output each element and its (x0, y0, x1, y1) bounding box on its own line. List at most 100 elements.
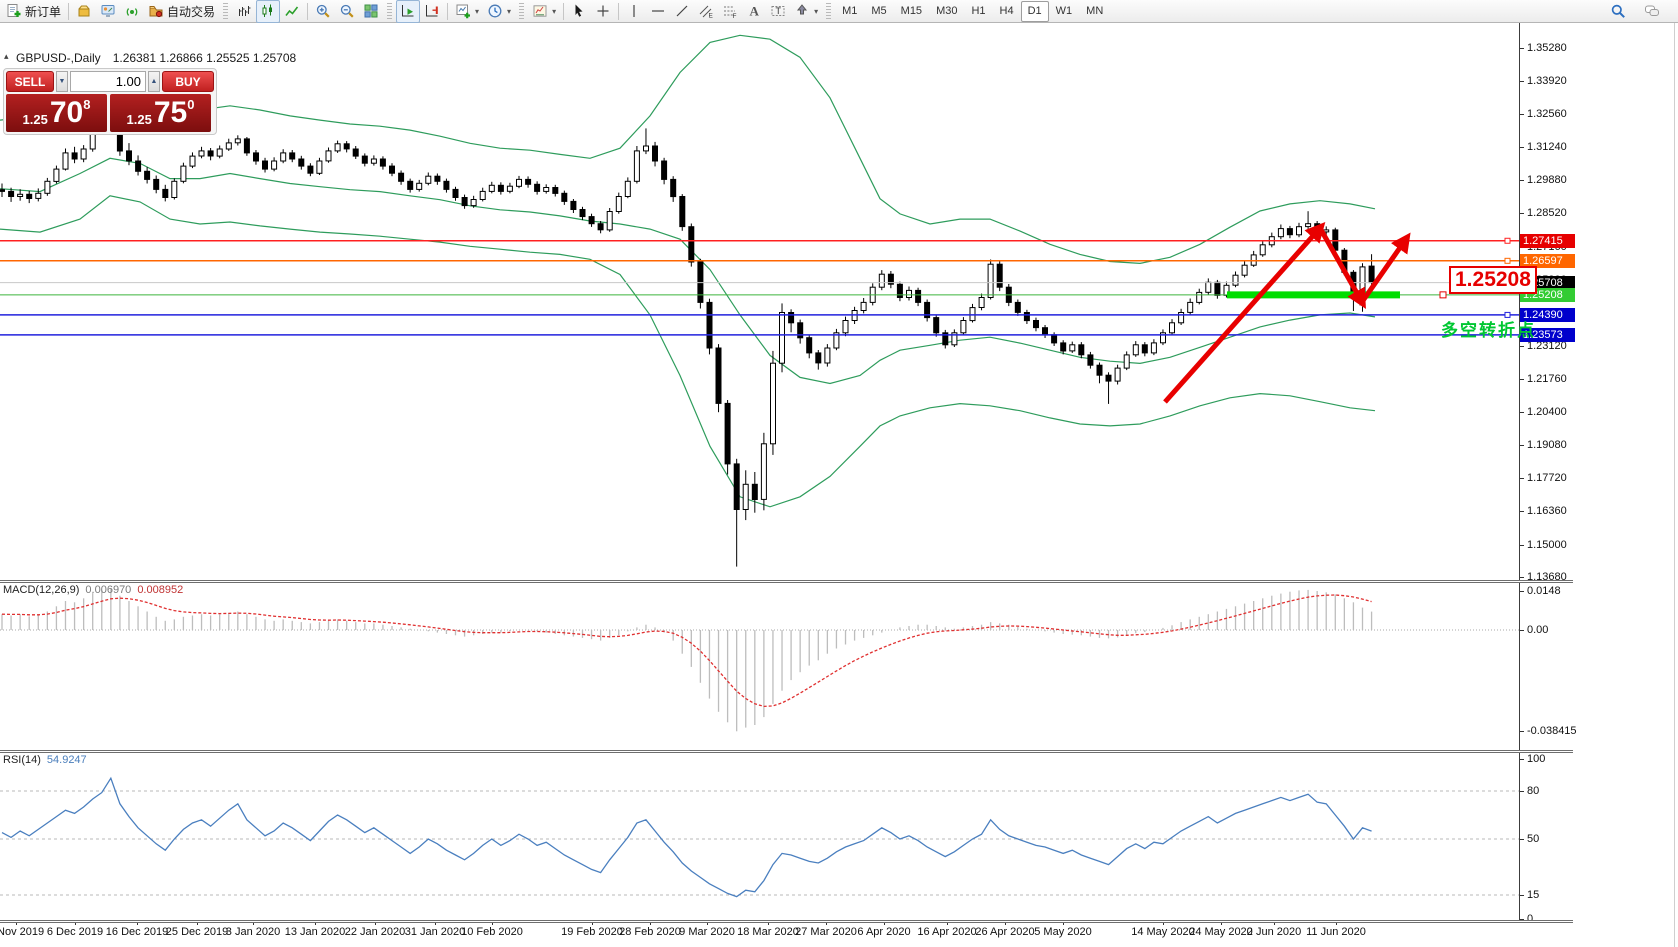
main-chart-pane[interactable] (0, 23, 1519, 580)
timeframe-h4-button[interactable]: H4 (993, 1, 1021, 22)
ask-price-box[interactable]: 1.25 75 0 (110, 94, 211, 132)
volume-input[interactable] (70, 71, 146, 92)
macd-pane[interactable] (0, 582, 1519, 750)
price-annotation-label[interactable]: 1.25208 (1449, 266, 1537, 294)
auto-scroll-icon (400, 3, 416, 19)
time-tick-label: 28 Feb 2020 (619, 926, 681, 938)
time-tick-label: 24 May 2020 (1189, 926, 1253, 938)
rsi-name: RSI(14) (3, 754, 41, 766)
cursor-icon (571, 3, 587, 19)
timeframe-w1-button[interactable]: W1 (1049, 1, 1080, 22)
crosshair-tool-button[interactable] (591, 0, 615, 23)
timeframe-d1-button[interactable]: D1 (1021, 1, 1049, 22)
templates-icon (532, 3, 548, 19)
timeframe-mn-button[interactable]: MN (1079, 1, 1110, 22)
time-tick-label: 11 Jun 2020 (1306, 926, 1366, 938)
periods-button[interactable]: ▾ (483, 0, 515, 23)
candlestick-chart-button[interactable] (256, 0, 280, 23)
bar-chart-button[interactable] (232, 0, 256, 23)
turning-point-text[interactable]: 多空转折点 (1441, 316, 1536, 341)
new-chart-icon (455, 3, 471, 19)
time-tick-label: 10 Feb 2020 (461, 926, 523, 938)
trendline-tool-button[interactable] (670, 0, 694, 23)
chart-shift-button[interactable] (420, 0, 444, 23)
chevron-down-icon[interactable]: ▾ (552, 7, 556, 16)
chat-icon (1644, 3, 1660, 19)
bid-price-box[interactable]: 1.25 70 8 (6, 94, 107, 132)
tile-windows-button[interactable] (359, 0, 383, 23)
line-chart-button[interactable] (280, 0, 304, 23)
toolbar-grip[interactable] (519, 3, 524, 19)
one-click-panel-toggle[interactable]: ▴ (4, 51, 9, 62)
auto-scroll-button[interactable] (396, 0, 420, 23)
cursor-tool-button[interactable] (567, 0, 591, 23)
vertical-line-tool-button[interactable] (622, 0, 646, 23)
sell-button[interactable]: SELL (6, 71, 54, 92)
horizontal-line-tool-button[interactable] (646, 0, 670, 23)
chart-symbol-label: GBPUSD-,Daily (16, 51, 101, 65)
pane-separator-rsi-timeaxis (0, 920, 1573, 923)
profile-monitor-button[interactable] (96, 0, 120, 23)
bars-chart-icon (236, 3, 252, 19)
toolbar-separator (447, 3, 448, 20)
price-tick-label: 1.32560 (1527, 108, 1567, 120)
toolbar-grip[interactable] (826, 3, 831, 19)
pane-separator-macd-rsi[interactable] (0, 750, 1573, 753)
signals-button[interactable] (120, 0, 144, 23)
buy-button[interactable]: BUY (162, 71, 214, 92)
volume-down-button[interactable]: ▼ (56, 71, 68, 92)
toolbar-separator (68, 3, 69, 20)
zoom-out-button[interactable] (335, 0, 359, 23)
price-tick-label: 1.31240 (1527, 141, 1567, 153)
rsi-pane[interactable] (0, 752, 1519, 920)
svg-text:T: T (776, 6, 782, 16)
timeframe-m5-button[interactable]: M5 (864, 1, 893, 22)
timeframe-h1-button[interactable]: H1 (964, 1, 992, 22)
timeframe-m15-button[interactable]: M15 (894, 1, 929, 22)
ask-prefix: 1.25 (127, 112, 152, 127)
rsi-tick-label: 15 (1527, 889, 1539, 901)
ask-pipette: 0 (187, 97, 194, 112)
macd-tick-label: 0.00 (1527, 624, 1548, 636)
zoom-in-button[interactable] (311, 0, 335, 23)
svg-text:F: F (733, 13, 737, 19)
price-tick-label: 1.21760 (1527, 373, 1567, 385)
channel-tool-button[interactable]: E (694, 0, 718, 23)
text-tool-button[interactable]: A (742, 0, 766, 23)
price-tick-label: 1.33920 (1527, 75, 1567, 87)
chevron-down-icon[interactable]: ▾ (475, 7, 479, 16)
pane-separator-main-macd[interactable] (0, 580, 1573, 583)
price-tick-label: 1.28520 (1527, 207, 1567, 219)
shapes-icon (794, 3, 810, 19)
toolbar-grip[interactable] (223, 3, 228, 19)
templates-button[interactable]: ▾ (528, 0, 560, 23)
time-tick-label: 26 Apr 2020 (975, 926, 1034, 938)
label-tool-button[interactable]: T (766, 0, 790, 23)
periods-icon (487, 3, 503, 19)
svg-text:E: E (709, 13, 714, 20)
fibonacci-tool-button[interactable]: F (718, 0, 742, 23)
new-chart-button[interactable]: ▾ (451, 0, 483, 23)
time-tick-label: 9 Mar 2020 (679, 926, 735, 938)
market-box-icon (76, 3, 92, 19)
chevron-down-icon[interactable]: ▾ (507, 7, 511, 16)
auto-trading-button[interactable]: 自动交易 (144, 0, 219, 23)
search-icon (1610, 3, 1626, 19)
toolbar-grip[interactable] (387, 3, 392, 19)
line-chart-icon (284, 3, 300, 19)
new-order-icon (6, 3, 22, 19)
chat-button[interactable] (1640, 0, 1664, 23)
time-tick-label: 22 Jan 2020 (345, 926, 406, 938)
timeframe-m1-button[interactable]: M1 (835, 1, 864, 22)
shapes-tool-button[interactable]: ▾ (790, 0, 822, 23)
timeframe-m30-button[interactable]: M30 (929, 1, 964, 22)
text-icon: A (746, 3, 762, 19)
search-button[interactable] (1606, 0, 1630, 23)
macd-tick-label: 0.0148 (1527, 585, 1561, 597)
market-box-button[interactable] (72, 0, 96, 23)
time-tick-label: 7 Nov 2019 (0, 926, 44, 938)
volume-up-button[interactable]: ▲ (148, 71, 160, 92)
label-icon: T (770, 3, 786, 19)
new-order-button[interactable]: 新订单 (2, 0, 65, 23)
chevron-down-icon[interactable]: ▾ (814, 7, 818, 16)
